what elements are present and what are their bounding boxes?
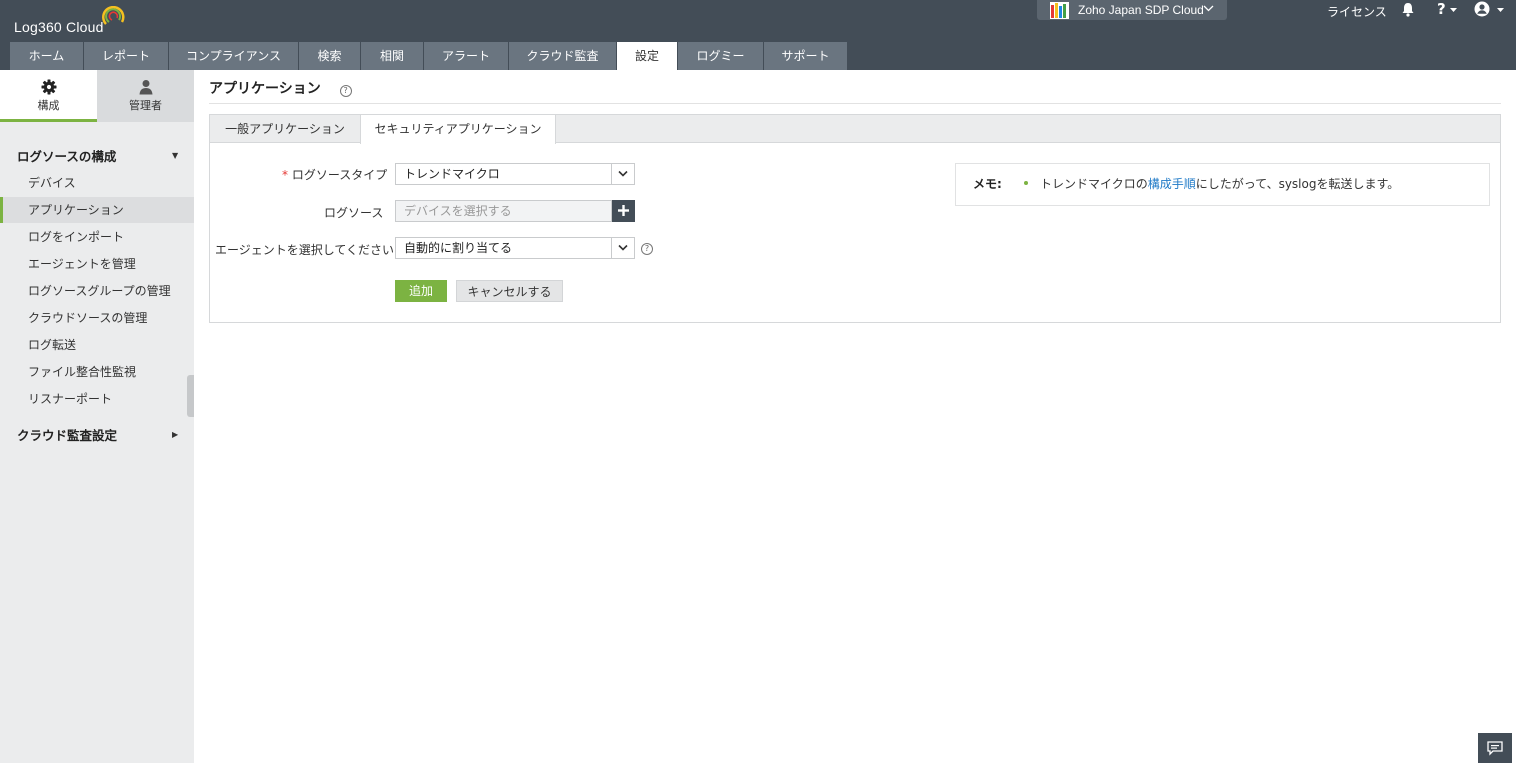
log-source-type-value: トレンドマイクロ xyxy=(404,167,500,181)
sidebar-section-log-source-config[interactable]: ログソースの構成 xyxy=(17,146,116,165)
chat-button[interactable] xyxy=(1478,733,1512,763)
help-circle-icon[interactable]: ? xyxy=(339,85,352,97)
sidebar-config-button[interactable]: 構成 xyxy=(0,70,97,122)
config-steps-link[interactable]: 構成手順 xyxy=(1148,177,1196,191)
sidebar-item-manage-agents[interactable]: エージェントを管理 xyxy=(0,251,194,277)
chevron-down-icon xyxy=(618,244,628,251)
app-name: Log360 Cloud xyxy=(14,19,104,35)
agent-help-icon[interactable]: ? xyxy=(641,243,653,255)
title-divider xyxy=(209,103,1501,104)
memo-text: トレンドマイクロの構成手順にしたがって、syslogを転送します。 xyxy=(1040,175,1399,192)
sidebar-item-manage-log-source-groups[interactable]: ログソースグループの管理 xyxy=(0,278,194,304)
sidebar-item-import-logs[interactable]: ログをインポート xyxy=(0,224,194,250)
sidebar-admin-label: 管理者 xyxy=(129,99,162,112)
sidebar-config-label: 構成 xyxy=(37,99,60,112)
tab-security-applications[interactable]: セキュリティアプリケーション xyxy=(361,115,556,144)
nav-tab-search[interactable]: 検索 xyxy=(299,42,361,70)
org-selector[interactable]: Zoho Japan SDP Cloud xyxy=(1037,0,1227,20)
tab-general-applications[interactable]: 一般アプリケーション xyxy=(210,115,361,144)
nav-tab-alerts[interactable]: アラート xyxy=(424,42,509,70)
required-mark: * xyxy=(282,168,288,182)
agent-select-label: エージェントを選択してください xyxy=(215,243,395,257)
sidebar-item-devices[interactable]: デバイス xyxy=(0,170,194,196)
log-source-type-select[interactable]: トレンドマイクロ xyxy=(395,163,635,185)
org-logo-icon xyxy=(1050,2,1069,19)
user-avatar-icon[interactable] xyxy=(1474,1,1490,17)
sidebar-section-cloud-audit-settings[interactable]: クラウド監査設定 xyxy=(17,425,117,444)
log-source-type-label-text: ログソースタイプ xyxy=(291,168,388,182)
nav-tab-reports[interactable]: レポート xyxy=(84,42,169,70)
memo-text-after: にしたがって、syslogを転送します。 xyxy=(1195,177,1400,191)
sidebar-item-listener-ports[interactable]: リスナーポート xyxy=(0,386,194,412)
chat-icon xyxy=(1487,741,1503,756)
caret-down-icon[interactable]: ▼ xyxy=(172,151,178,160)
top-header: Log360 Cloud Zoho Japan SDP Cloud ライセンス … xyxy=(0,0,1516,70)
nav-tab-cloud-audit[interactable]: クラウド監査 xyxy=(509,42,617,70)
license-link[interactable]: ライセンス xyxy=(1327,3,1387,20)
org-name: Zoho Japan SDP Cloud xyxy=(1078,3,1204,17)
nav-tab-correlation[interactable]: 相関 xyxy=(361,42,424,70)
sidebar-item-manage-cloud-sources[interactable]: クラウドソースの管理 xyxy=(0,305,194,331)
nav-tab-home[interactable]: ホーム xyxy=(10,42,84,70)
memo-label: メモ: xyxy=(973,177,1002,191)
dropdown-button[interactable] xyxy=(611,238,634,258)
chevron-down-icon xyxy=(1203,5,1214,12)
add-button[interactable]: 追加 xyxy=(395,280,447,302)
user-caret-icon xyxy=(1497,8,1504,12)
app-type-tabs: 一般アプリケーション セキュリティアプリケーション xyxy=(210,115,1500,144)
agent-select[interactable]: 自動的に割り当てる xyxy=(395,237,635,259)
nav-tab-logme[interactable]: ログミー xyxy=(678,42,764,70)
dropdown-button[interactable] xyxy=(611,164,634,184)
plus-icon xyxy=(618,205,629,216)
log-source-label: ログソース xyxy=(324,206,384,220)
sidebar-admin-button[interactable]: 管理者 xyxy=(97,70,194,122)
caret-right-icon[interactable]: ▶ xyxy=(172,430,178,439)
sidebar-mode-switch: 構成 管理者 xyxy=(0,70,194,122)
app-logo[interactable]: Log360 Cloud xyxy=(14,6,125,35)
nav-tab-settings[interactable]: 設定 xyxy=(617,42,678,70)
sidebar-item-applications[interactable]: アプリケーション xyxy=(0,197,194,223)
sidebar: 構成 管理者 ログソースの構成 ▼ デバイス アプリケーション ログをインポート… xyxy=(0,70,194,763)
add-log-source-button[interactable] xyxy=(612,200,635,222)
nav-tab-compliance[interactable]: コンプライアンス xyxy=(169,42,299,70)
agent-select-value: 自動的に割り当てる xyxy=(404,241,513,255)
sidebar-item-file-integrity-monitoring[interactable]: ファイル整合性監視 xyxy=(0,359,194,385)
memo-text-before: トレンドマイクロの xyxy=(1040,177,1148,191)
cancel-button[interactable]: キャンセルする xyxy=(456,280,563,302)
help-caret-icon xyxy=(1450,8,1457,12)
log-source-input[interactable]: デバイスを選択する xyxy=(395,200,612,222)
help-menu[interactable]: ? xyxy=(1437,0,1446,18)
logo-swirl-icon xyxy=(102,6,125,25)
page-title: アプリケーション ? xyxy=(209,78,352,98)
user-icon xyxy=(139,80,152,95)
bullet-icon xyxy=(1024,181,1028,185)
memo-box: メモ: トレンドマイクロの構成手順にしたがって、syslogを転送します。 xyxy=(955,163,1490,206)
bell-icon[interactable] xyxy=(1401,2,1415,17)
log-source-type-label: * ログソースタイプ xyxy=(282,166,387,183)
page-title-text: アプリケーション xyxy=(209,81,321,97)
sidebar-collapse-handle[interactable] xyxy=(187,375,194,417)
main-nav: ホーム レポート コンプライアンス 検索 相関 アラート クラウド監査 設定 ロ… xyxy=(10,42,848,70)
nav-tab-support[interactable]: サポート xyxy=(764,42,848,70)
chevron-down-icon xyxy=(618,170,628,177)
gear-icon xyxy=(41,79,56,95)
sidebar-item-log-forwarding[interactable]: ログ転送 xyxy=(0,332,194,358)
